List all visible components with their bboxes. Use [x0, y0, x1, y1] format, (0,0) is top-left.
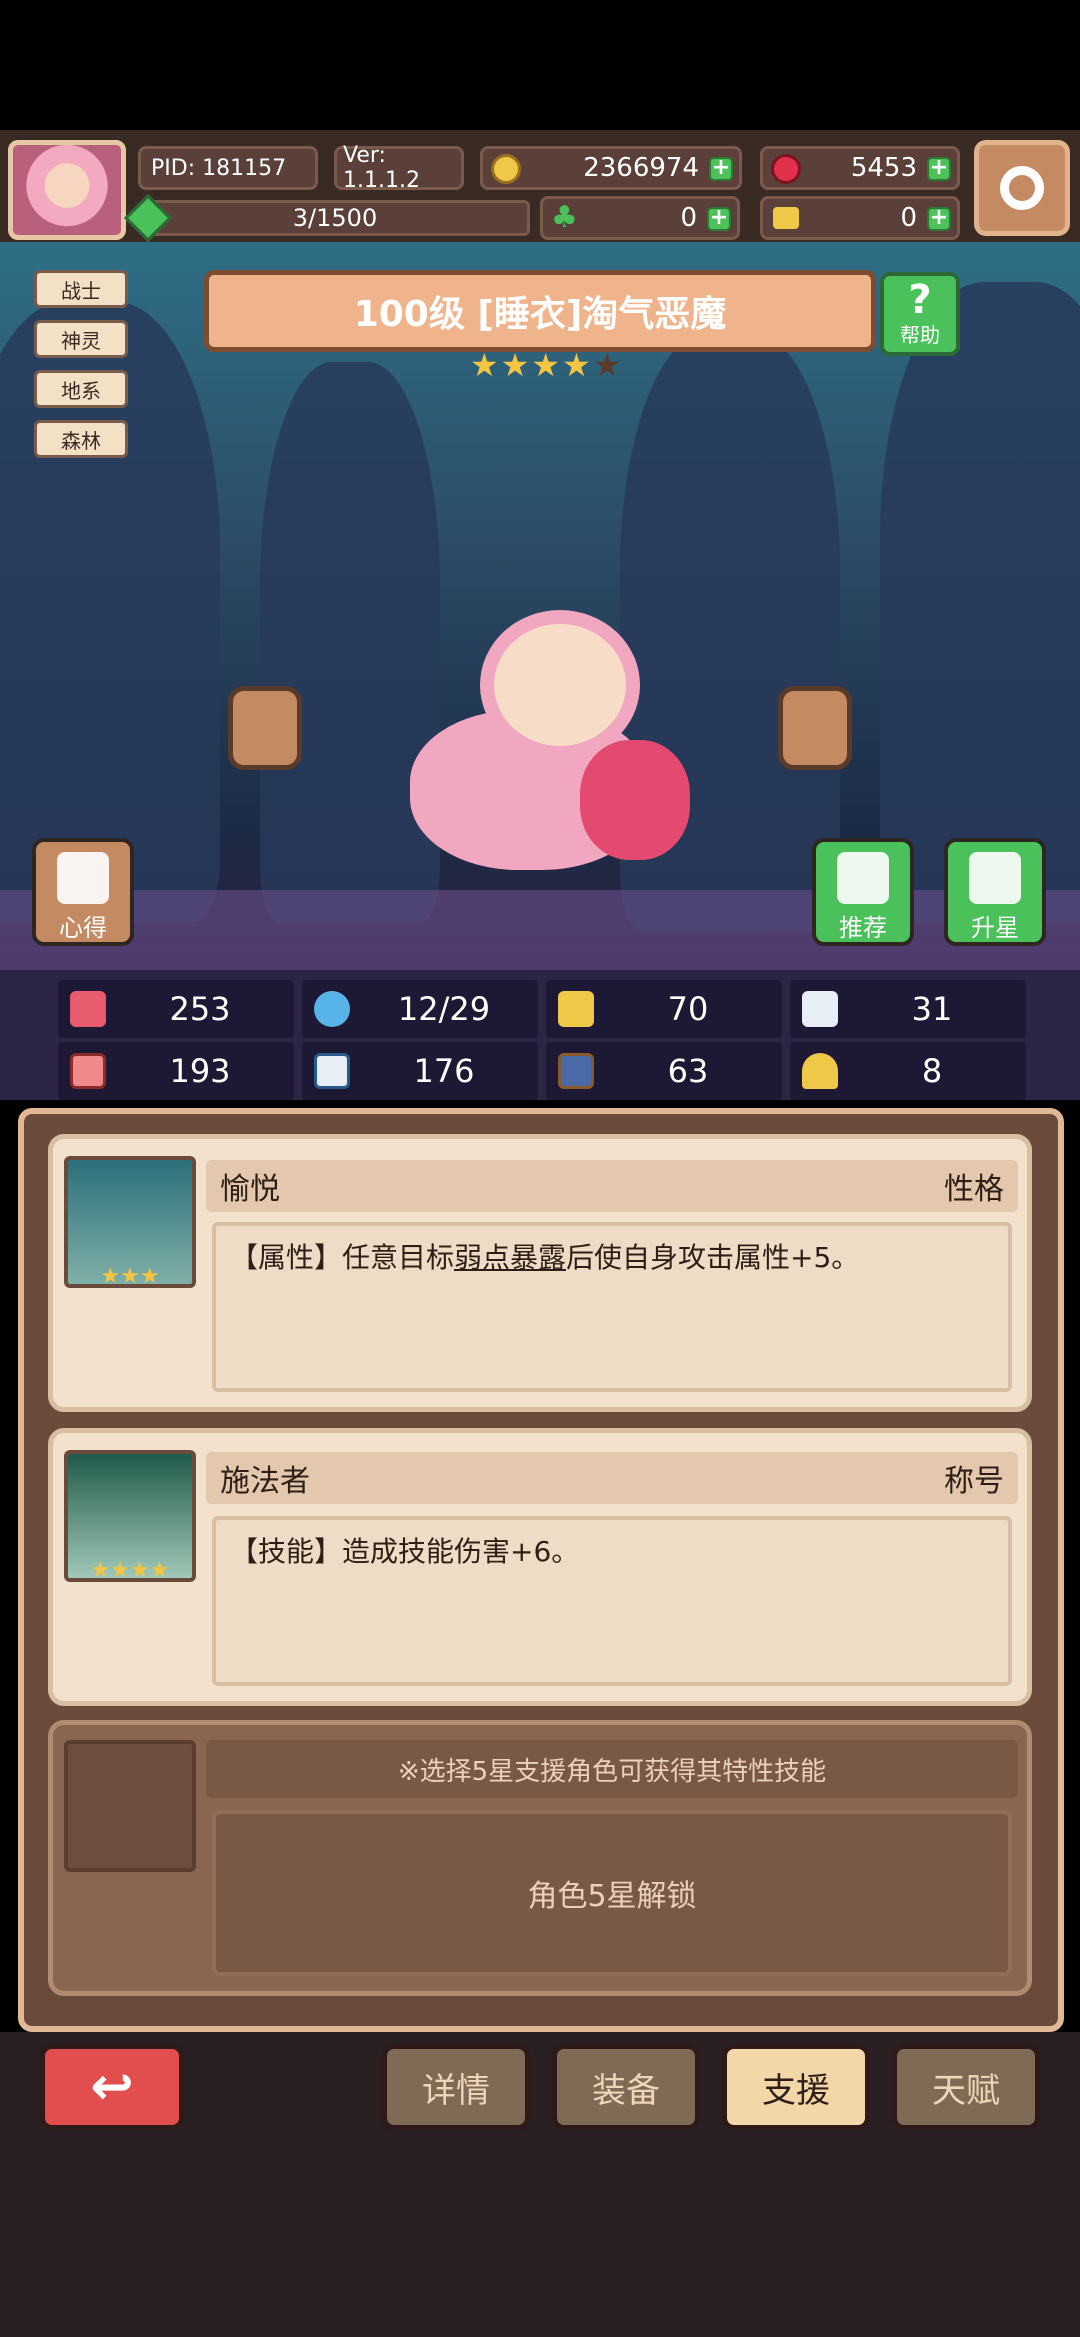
tag-warrior: 战士: [34, 270, 128, 308]
key-value: 0: [900, 203, 917, 233]
tab-support[interactable]: 支援: [722, 2044, 870, 2130]
support-desc-2: 【技能】造成技能伤害+6。: [212, 1516, 1012, 1686]
support-lock-text: 角色5星解锁: [212, 1810, 1012, 1976]
exp-value: 3/1500: [292, 204, 378, 232]
support-desc-1-suffix: 后使自身攻击属性+5。: [566, 1241, 860, 1274]
next-hero-arrow[interactable]: [778, 686, 852, 770]
version-label: Ver: 1.1.1.2: [334, 143, 464, 193]
stat-mp: 12/29: [302, 980, 538, 1038]
fist-icon: [70, 1053, 106, 1089]
stat-hp-value: 253: [169, 990, 231, 1028]
support-type-1: 性格: [944, 1172, 1004, 1207]
tag-deity: 神灵: [34, 320, 128, 358]
heart-icon: [70, 991, 106, 1027]
thumbs-up-icon: [837, 852, 889, 904]
back-button[interactable]: ↩: [40, 2044, 184, 2130]
gold-value: 2366974: [583, 153, 699, 183]
help-button[interactable]: ? 帮助: [880, 272, 960, 356]
tab-talent[interactable]: 天赋: [892, 2044, 1040, 2130]
scroll-icon: [558, 1053, 594, 1089]
support-type-2: 称号: [944, 1464, 1004, 1499]
add-clover-button[interactable]: +: [707, 207, 731, 231]
support-note: ※选择5星支援角色可获得其特性技能: [206, 1740, 1018, 1798]
tag-forest: 森林: [34, 420, 128, 458]
gear-icon: [1000, 166, 1044, 210]
key-counter: 0 +: [760, 196, 960, 240]
stat-speed: 31: [790, 980, 1026, 1038]
wing-icon: [802, 991, 838, 1027]
tag-earth: 地系: [34, 370, 128, 408]
add-gems-button[interactable]: +: [927, 157, 951, 181]
support-name-2: 施法者: [220, 1464, 310, 1499]
tab-details[interactable]: 详情: [382, 2044, 530, 2130]
stat-resist: 63: [546, 1042, 782, 1100]
clover-counter: ♣ 0 +: [540, 196, 740, 240]
support-desc-1-prefix: 【属性】任意目标: [230, 1241, 455, 1274]
star-icon: [969, 852, 1021, 904]
hero-stars: ★★★★★: [470, 346, 623, 384]
star-up-label: 升星: [971, 914, 1019, 942]
stat-hp: 253: [58, 980, 294, 1038]
recommend-button[interactable]: 推荐: [812, 838, 914, 946]
clover-value: 0: [680, 203, 697, 233]
stat-def-value: 70: [667, 990, 709, 1028]
help-icon: ?: [908, 277, 932, 323]
star-up-button[interactable]: 升星: [944, 838, 1046, 946]
support-stars-2: ★★★★: [90, 1558, 170, 1583]
stat-atk-value: 193: [169, 1052, 231, 1090]
tab-equipment[interactable]: 装备: [552, 2044, 700, 2130]
support-header-2: 施法者 称号: [206, 1452, 1018, 1504]
stat-magic-value: 176: [413, 1052, 475, 1090]
hero-sprite: [380, 590, 720, 910]
support-name-1: 愉悦: [220, 1172, 280, 1207]
help-label: 帮助: [900, 323, 940, 347]
notes-icon: [57, 852, 109, 904]
gold-counter: 2366974 +: [480, 146, 742, 190]
support-desc-1: 【属性】任意目标弱点暴露后使自身攻击属性+5。: [212, 1222, 1012, 1392]
player-id: PID: 181157: [138, 146, 318, 190]
stat-magic: 176: [302, 1042, 538, 1100]
weakness-exposed-link[interactable]: 弱点暴露: [454, 1241, 566, 1274]
stat-luck: 8: [790, 1042, 1026, 1100]
shield-icon: [558, 991, 594, 1027]
book-icon: [314, 1053, 350, 1089]
horseshoe-icon: [802, 1053, 838, 1089]
support-stars-1: ★★★: [100, 1264, 160, 1289]
hero-star-empty: ★: [592, 346, 624, 384]
settings-button[interactable]: [974, 140, 1070, 236]
teddy-bear-icon: [580, 740, 690, 860]
stat-speed-value: 31: [911, 990, 953, 1028]
add-gold-button[interactable]: +: [709, 157, 733, 181]
recommend-label: 推荐: [839, 914, 887, 942]
xinde-button[interactable]: 心得: [32, 838, 134, 946]
support-header-1: 愉悦 性格: [206, 1160, 1018, 1212]
prev-hero-arrow[interactable]: [228, 686, 302, 770]
drop-icon: [314, 991, 350, 1027]
stat-mp-value: 12/29: [397, 990, 491, 1028]
ruby-icon: [771, 154, 801, 184]
player-avatar[interactable]: [8, 140, 126, 240]
stat-atk: 193: [58, 1042, 294, 1100]
hero-stars-filled: ★★★★: [470, 346, 593, 384]
support-empty-slot[interactable]: [64, 1740, 196, 1872]
exp-bar: 3/1500: [123, 193, 530, 243]
gem-counter: 5453 +: [760, 146, 960, 190]
stat-luck-value: 8: [921, 1052, 943, 1090]
hero-title: 100级 [睡衣]淘气恶魔: [204, 270, 876, 352]
back-arrow-icon: ↩: [90, 2057, 134, 2117]
gem-value: 5453: [850, 153, 917, 183]
xinde-label: 心得: [59, 914, 107, 942]
key-icon: [773, 207, 799, 229]
clover-icon: ♣: [551, 200, 578, 235]
stat-resist-value: 63: [667, 1052, 709, 1090]
gold-coin-icon: [491, 154, 521, 184]
add-key-button[interactable]: +: [927, 207, 951, 231]
stat-def: 70: [546, 980, 782, 1038]
